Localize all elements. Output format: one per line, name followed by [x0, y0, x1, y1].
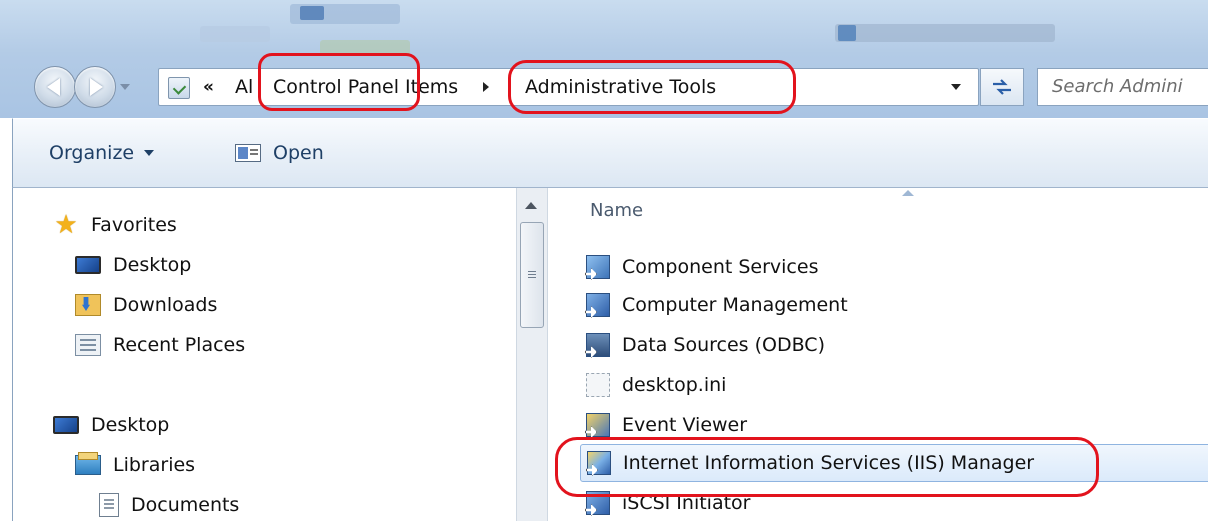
blurred-background-item	[835, 24, 1055, 42]
star-icon: ★	[54, 210, 78, 240]
settings-file-icon	[586, 373, 610, 397]
nav-item-libraries[interactable]: Libraries	[75, 448, 195, 482]
libraries-icon	[75, 452, 101, 475]
nav-item-downloads[interactable]: Downloads	[75, 288, 217, 322]
blurred-background-item	[200, 26, 270, 42]
forward-button[interactable]	[74, 66, 116, 108]
event-viewer-icon	[586, 413, 610, 437]
list-item-label: Event Viewer	[622, 414, 748, 436]
nav-item-recent-places[interactable]: Recent Places	[75, 328, 245, 362]
address-history-dropdown[interactable]	[945, 69, 967, 105]
breadcrumb-overflow[interactable]: «	[203, 69, 214, 105]
organize-label: Organize	[49, 142, 135, 164]
refresh-button[interactable]	[980, 68, 1024, 106]
nav-pane-scrollbar[interactable]	[516, 188, 548, 521]
nav-item-favorites[interactable]: ★ Favorites	[53, 208, 177, 242]
iscsi-initiator-icon	[586, 491, 610, 515]
recent-places-icon	[75, 334, 101, 356]
list-item[interactable]: iSCSI Initiator	[580, 484, 751, 522]
chevron-right-icon	[483, 82, 489, 92]
open-icon	[235, 144, 261, 162]
nav-item-desktop[interactable]: Desktop	[75, 248, 191, 282]
documents-icon	[99, 493, 119, 517]
scrollbar-thumb[interactable]	[520, 222, 544, 328]
column-header-name[interactable]: Name	[590, 200, 643, 221]
nav-item-label: Libraries	[113, 454, 196, 476]
list-item[interactable]: Component Services	[580, 248, 818, 286]
chevron-down-icon	[951, 84, 961, 90]
file-list: Name Component Services Computer Managem…	[548, 188, 1208, 521]
breadcrumb-separator-button[interactable]	[483, 69, 491, 105]
desktop-icon	[75, 256, 101, 274]
refresh-icon	[993, 79, 1011, 95]
back-button[interactable]	[34, 66, 76, 108]
nav-item-desktop-root[interactable]: Desktop	[53, 408, 169, 442]
address-bar[interactable]: « Al Control Panel Items Administrative …	[158, 68, 979, 106]
list-item-label: Computer Management	[622, 294, 848, 316]
search-input[interactable]: Search Admini	[1037, 68, 1208, 106]
component-services-icon	[586, 255, 610, 279]
data-sources-icon	[586, 333, 610, 357]
breadcrumb-administrative-tools[interactable]: Administrative Tools	[525, 69, 716, 105]
list-item-label: desktop.ini	[622, 374, 727, 396]
nav-item-label: Recent Places	[113, 334, 246, 356]
computer-management-icon	[586, 293, 610, 317]
scroll-up-icon[interactable]	[525, 202, 537, 209]
breadcrumb-all-control-panel[interactable]: Al	[235, 69, 253, 105]
nav-item-label: Desktop	[113, 254, 192, 276]
nav-item-label: Downloads	[113, 294, 218, 316]
iis-manager-icon	[587, 451, 611, 475]
command-bar: Organize Open	[12, 118, 1208, 188]
list-item[interactable]: Computer Management	[580, 286, 848, 324]
nav-item-label: Desktop	[91, 414, 170, 436]
list-item-label: Component Services	[622, 256, 819, 278]
chevron-down-icon	[120, 84, 130, 90]
chevron-down-icon	[144, 150, 155, 156]
window-title-area: « Al Control Panel Items Administrative …	[0, 0, 1208, 118]
nav-item-label: Favorites	[91, 214, 177, 236]
list-item[interactable]: desktop.ini	[580, 366, 726, 404]
nav-item-label: Documents	[131, 494, 240, 516]
list-item-label: Data Sources (ODBC)	[622, 334, 825, 356]
blurred-background-icon	[838, 25, 856, 41]
organize-button[interactable]: Organize	[49, 137, 155, 169]
list-item-label: Internet Information Services (IIS) Mana…	[623, 452, 1035, 474]
recent-pages-dropdown[interactable]	[118, 78, 132, 96]
list-item-label: iSCSI Initiator	[622, 492, 751, 514]
breadcrumb-control-panel-items[interactable]: Control Panel Items	[273, 69, 458, 105]
open-button[interactable]: Open	[235, 137, 324, 169]
navigation-pane: ★ Favorites Desktop Downloads Recent Pla…	[12, 188, 524, 521]
blurred-background-icon	[300, 6, 324, 20]
list-item[interactable]: Event Viewer	[580, 406, 747, 444]
sort-ascending-icon	[902, 190, 914, 196]
control-panel-icon	[168, 77, 190, 99]
open-label: Open	[273, 142, 324, 164]
back-arrow-icon	[47, 78, 60, 96]
downloads-icon	[75, 294, 101, 316]
nav-item-documents[interactable]: Documents	[99, 488, 239, 522]
blurred-background-item	[320, 40, 410, 56]
list-item[interactable]: Data Sources (ODBC)	[580, 326, 825, 364]
list-item-selected[interactable]: Internet Information Services (IIS) Mana…	[580, 444, 1208, 482]
forward-arrow-icon	[90, 78, 103, 96]
desktop-icon	[53, 416, 79, 434]
